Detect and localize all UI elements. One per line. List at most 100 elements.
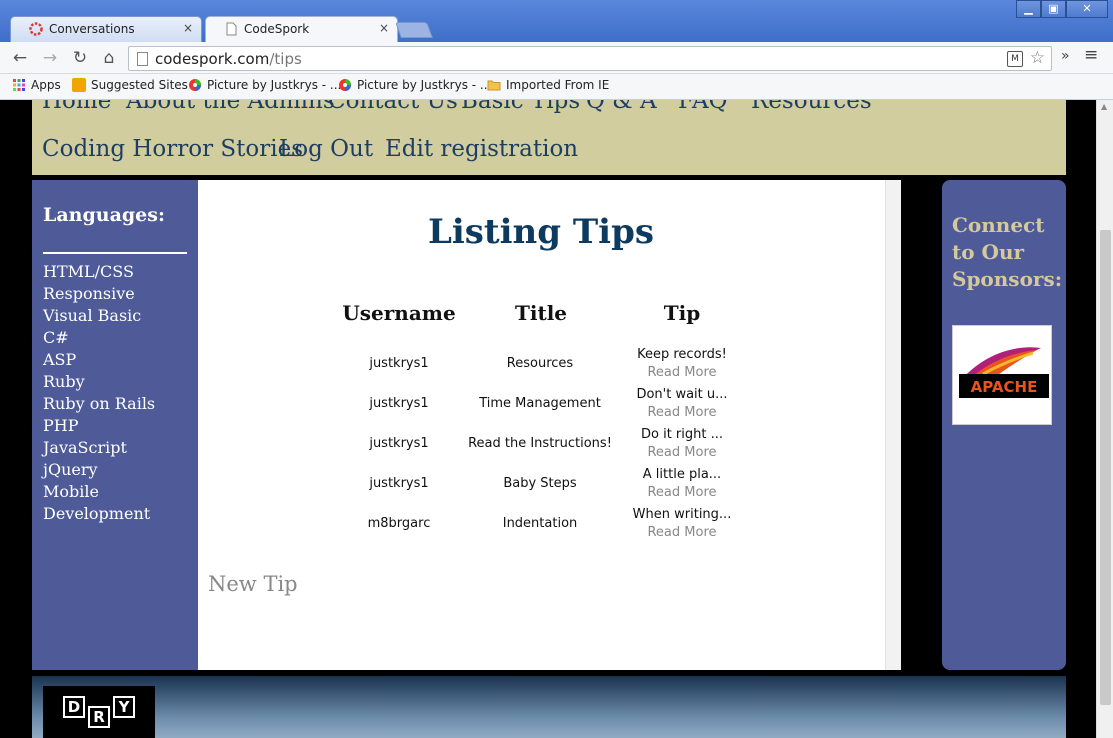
scroll-up-arrow-icon[interactable]: ▲ bbox=[1101, 102, 1107, 111]
cell-tip: A little pla... bbox=[642, 467, 722, 482]
apps-grid-icon bbox=[13, 79, 25, 91]
dry-letter-r: R bbox=[88, 706, 110, 728]
cell-tip: Don't wait u... bbox=[636, 387, 728, 402]
close-window-button[interactable]: ✕ bbox=[1066, 0, 1108, 18]
read-more-link[interactable]: Read More bbox=[592, 485, 772, 500]
address-bar[interactable]: codespork.com/tips M ☆ bbox=[128, 46, 1052, 71]
nav-log-out[interactable]: Log Out bbox=[279, 136, 373, 162]
sidebar-item-ruby-on-rails[interactable]: Ruby on Rails bbox=[43, 394, 155, 413]
sidebar-item-ruby[interactable]: Ruby bbox=[43, 372, 85, 391]
sidebar-item-visual-basic[interactable]: Visual Basic bbox=[43, 306, 141, 325]
read-more-link[interactable]: Read More bbox=[592, 525, 772, 540]
url-text: codespork.com/tips bbox=[155, 50, 302, 68]
sponsors-sidebar: Connect to Our Sponsors: APACHE bbox=[942, 180, 1066, 670]
read-more-link[interactable]: Read More bbox=[592, 445, 772, 460]
folder-icon bbox=[487, 80, 501, 91]
tab-codespork[interactable]: CodeSpork × bbox=[205, 16, 398, 42]
apache-sponsor-logo[interactable]: APACHE bbox=[952, 325, 1052, 425]
read-more-link[interactable]: Read More bbox=[592, 365, 772, 380]
dry-letter-d: D bbox=[63, 696, 85, 718]
page-title: Listing Tips bbox=[427, 212, 655, 252]
languages-sidebar: Languages: HTML/CSS Responsive Visual Ba… bbox=[32, 180, 198, 670]
nav-edit-registration[interactable]: Edit registration bbox=[385, 136, 578, 162]
nav-home[interactable]: Home bbox=[42, 100, 111, 114]
bookmark-label: Imported From IE bbox=[506, 78, 610, 92]
nav-q-and-a[interactable]: Q & A bbox=[586, 100, 657, 114]
nav-resources[interactable]: Resources bbox=[751, 100, 872, 114]
minimize-button[interactable]: ▁ bbox=[1016, 0, 1041, 18]
url-domain: codespork.com bbox=[155, 50, 270, 68]
dry-letter-y: Y bbox=[113, 696, 135, 718]
sidebar-item-mobile[interactable]: Mobile bbox=[43, 482, 99, 501]
sidebar-item-development[interactable]: Development bbox=[43, 504, 150, 523]
bookmark-star-icon[interactable]: ☆ bbox=[1030, 48, 1045, 68]
url-path: /tips bbox=[269, 50, 302, 68]
bookmark-label: Picture by Justkrys - ... bbox=[207, 78, 342, 92]
page-favicon-icon bbox=[226, 22, 237, 36]
tab-label: CodeSpork bbox=[244, 22, 310, 36]
reload-icon[interactable]: ↻ bbox=[70, 48, 90, 68]
column-header-username: Username bbox=[342, 301, 456, 325]
sidebar-item-javascript[interactable]: JavaScript bbox=[43, 438, 127, 457]
nav-about-admins[interactable]: About the Admins bbox=[126, 100, 335, 114]
tab-close-icon[interactable]: × bbox=[183, 21, 193, 35]
page-scrollbar[interactable]: ▲ bbox=[1096, 100, 1113, 738]
sidebar-item-csharp[interactable]: C# bbox=[43, 328, 69, 347]
bookmark-label: Suggested Sites bbox=[91, 78, 188, 92]
browser-toolbar: ← → ↻ ⌂ codespork.com/tips M ☆ » ≡ bbox=[0, 42, 1113, 74]
nav-basic-tips[interactable]: Basic Tips bbox=[461, 100, 580, 114]
read-more-link[interactable]: Read More bbox=[592, 405, 772, 420]
nav-faq[interactable]: FAQ bbox=[678, 100, 727, 114]
back-arrow-icon[interactable]: ← bbox=[10, 48, 30, 68]
page-icon bbox=[137, 52, 148, 66]
content-scroll-edge bbox=[885, 180, 901, 670]
nav-contact-us[interactable]: Contact Us bbox=[328, 100, 458, 114]
new-tab-button[interactable] bbox=[395, 22, 433, 38]
cell-tip: When writing... bbox=[632, 507, 732, 522]
bookmark-picture-1[interactable]: Picture by Justkrys - ... bbox=[188, 78, 341, 92]
tab-close-icon[interactable]: × bbox=[379, 21, 389, 35]
picasa-icon bbox=[189, 79, 201, 91]
sidebar-item-php[interactable]: PHP bbox=[43, 416, 78, 435]
overflow-chevron-icon[interactable]: » bbox=[1061, 48, 1070, 64]
cell-tip: Do it right ... bbox=[640, 427, 723, 442]
sidebar-item-jquery[interactable]: jQuery bbox=[43, 460, 98, 479]
chrome-menu-icon[interactable]: ≡ bbox=[1084, 45, 1098, 65]
cell-tip: Keep records! bbox=[637, 347, 727, 362]
column-header-title: Title bbox=[514, 301, 568, 325]
nav-coding-horror-stories[interactable]: Coding Horror Stories bbox=[42, 136, 303, 162]
sidebar-item-html-css[interactable]: HTML/CSS bbox=[43, 262, 134, 281]
bookmark-apps[interactable]: Apps bbox=[12, 78, 61, 92]
bookmark-label: Picture by Justkrys - ... bbox=[357, 78, 492, 92]
tab-strip: Conversations × CodeSpork × ▁ ▣ ✕ bbox=[0, 0, 1113, 42]
top-navigation: Home About the Admins Contact Us Basic T… bbox=[32, 100, 1066, 175]
page-footer: D R Y bbox=[32, 676, 1066, 738]
sidebar-divider bbox=[43, 252, 187, 254]
bookmark-imported-from-ie[interactable]: Imported From IE bbox=[487, 78, 609, 92]
bookmarks-bar: Apps Suggested Sites Picture by Justkrys… bbox=[0, 74, 1113, 100]
page-viewport: Home About the Admins Contact Us Basic T… bbox=[0, 100, 1096, 738]
picasa-icon bbox=[339, 79, 351, 91]
tab-label: Conversations bbox=[49, 22, 135, 36]
sidebar-item-responsive[interactable]: Responsive bbox=[43, 284, 135, 303]
bookmark-suggested-sites[interactable]: Suggested Sites bbox=[72, 78, 188, 92]
suggested-sites-icon bbox=[72, 78, 86, 92]
conversations-favicon-icon bbox=[29, 22, 43, 36]
sponsors-heading: Connect to Our Sponsors: bbox=[952, 213, 1063, 291]
apache-feather-icon: APACHE bbox=[959, 347, 1049, 398]
bookmark-picture-2[interactable]: Picture by Justkrys - ... bbox=[338, 78, 491, 92]
apache-logo-text: APACHE bbox=[971, 378, 1038, 396]
home-icon[interactable]: ⌂ bbox=[99, 48, 119, 68]
extension-icon[interactable]: M bbox=[1007, 51, 1023, 67]
browser-chrome: Conversations × CodeSpork × ▁ ▣ ✕ ← → ↻ … bbox=[0, 0, 1113, 100]
tab-conversations[interactable]: Conversations × bbox=[10, 16, 202, 42]
new-tip-link[interactable]: New Tip bbox=[208, 572, 298, 596]
scrollbar-thumb[interactable] bbox=[1100, 230, 1111, 705]
dry-logo[interactable]: D R Y bbox=[43, 686, 155, 738]
maximize-button[interactable]: ▣ bbox=[1041, 0, 1066, 18]
column-header-tip: Tip bbox=[663, 301, 701, 325]
sidebar-item-asp[interactable]: ASP bbox=[43, 350, 76, 369]
forward-arrow-icon[interactable]: → bbox=[40, 48, 60, 68]
languages-heading: Languages: bbox=[43, 204, 165, 226]
bookmark-label: Apps bbox=[31, 78, 61, 92]
